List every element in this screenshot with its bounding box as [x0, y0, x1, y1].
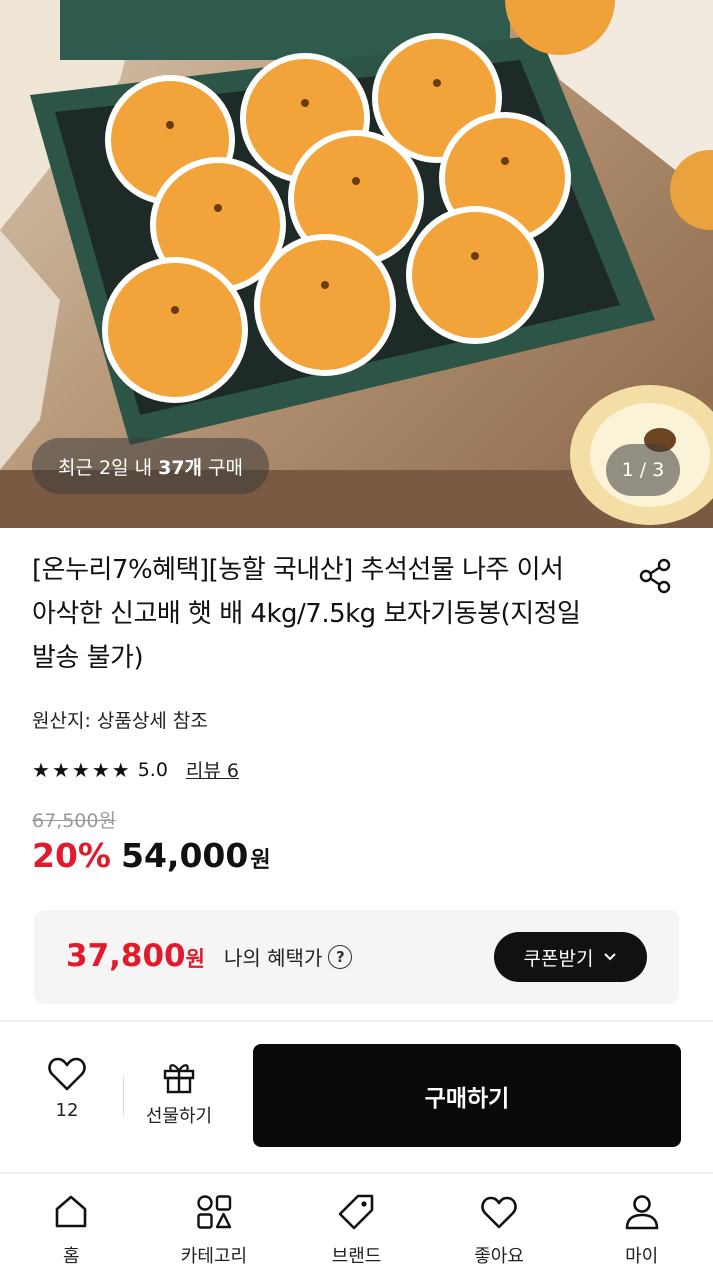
share-icon: [639, 558, 671, 594]
recent-suffix: 구매: [208, 456, 243, 479]
recent-purchase-badge: 최근 2일 내 37개 구매: [32, 438, 269, 494]
nav-item-likes[interactable]: 좋아요: [428, 1180, 571, 1280]
star-icon: ★: [91, 757, 110, 782]
nav-item-category[interactable]: 카테고리: [143, 1180, 286, 1280]
coupon-button-label: 쿠폰받기: [523, 947, 594, 970]
rating-row: ★ ★ ★ ★ ★ 5.0 리뷰 6: [32, 756, 239, 783]
benefit-label-text: 나의 혜택가: [224, 946, 323, 970]
nav-item-my[interactable]: 마이: [570, 1180, 713, 1280]
heart-icon: [481, 1196, 517, 1229]
origin-info: 원산지: 상품상세 참조: [32, 710, 208, 732]
star-icon: ★: [51, 757, 70, 782]
star-icon: ★: [111, 757, 130, 782]
gift-label: 선물하기: [145, 1106, 213, 1127]
benefit-price-unit: 원: [185, 947, 205, 971]
category-icon: [197, 1195, 232, 1229]
discount-rate: 20%: [32, 836, 111, 875]
nav-item-brand[interactable]: 브랜드: [285, 1180, 428, 1280]
buy-button[interactable]: 구매하기: [253, 1044, 681, 1147]
page-current: 1: [621, 459, 634, 481]
star-icon: ★: [71, 757, 90, 782]
like-button[interactable]: 12: [32, 1056, 102, 1136]
nav-label-my: 마이: [625, 1246, 659, 1267]
home-icon: [55, 1195, 87, 1228]
gift-icon: [163, 1064, 195, 1094]
chevron-down-icon: [604, 953, 617, 961]
nav-label-brand: 브랜드: [331, 1246, 382, 1267]
vertical-divider: [123, 1076, 124, 1116]
benefit-price: 37,800 원: [66, 938, 205, 974]
recent-prefix: 최근 2일 내: [58, 456, 153, 479]
star-icon: ★: [32, 757, 50, 782]
bottom-navigation: 홈 카테고리 브랜드 좋아요 마이: [0, 1180, 713, 1280]
recent-count: 37개: [158, 456, 203, 479]
like-count: 12: [55, 1100, 79, 1121]
review-link[interactable]: 리뷰 6: [186, 756, 239, 783]
tag-icon: [339, 1194, 374, 1230]
gift-button[interactable]: 선물하기: [134, 1060, 224, 1140]
section-divider: [0, 1020, 713, 1022]
price-row: 20% 54,000 원: [32, 836, 271, 875]
image-page-indicator: 1 / 3: [606, 444, 680, 496]
heart-icon: [48, 1057, 86, 1091]
rating-score: 5.0: [137, 758, 168, 781]
benefit-box: 37,800 원 나의 혜택가 ? 쿠폰받기: [34, 910, 679, 1004]
page-separator: /: [639, 459, 647, 481]
sale-price: 54,000: [121, 836, 249, 875]
rating-stars: ★ ★ ★ ★ ★: [32, 760, 130, 780]
nav-divider: [0, 1172, 713, 1174]
benefit-price-value: 37,800: [66, 938, 186, 974]
nav-label-category: 카테고리: [180, 1246, 248, 1267]
benefit-label: 나의 혜택가 ?: [224, 942, 353, 971]
page-total: 3: [652, 459, 665, 481]
nav-label-home: 홈: [63, 1246, 80, 1267]
share-button[interactable]: [636, 556, 676, 596]
user-icon: [625, 1195, 658, 1230]
nav-item-home[interactable]: 홈: [0, 1180, 143, 1280]
product-image-carousel[interactable]: 최근 2일 내 37개 구매 1 / 3: [0, 0, 713, 528]
nav-label-likes: 좋아요: [474, 1246, 524, 1267]
product-title: [온누리7%혜택][농할 국내산] 추석선물 나주 이서 아삭한 신고배 햇 배…: [32, 555, 581, 673]
original-price: 67,500원: [32, 810, 116, 832]
coupon-button[interactable]: 쿠폰받기: [494, 932, 647, 982]
sale-price-unit: 원: [250, 848, 271, 873]
help-icon[interactable]: ?: [328, 944, 353, 969]
